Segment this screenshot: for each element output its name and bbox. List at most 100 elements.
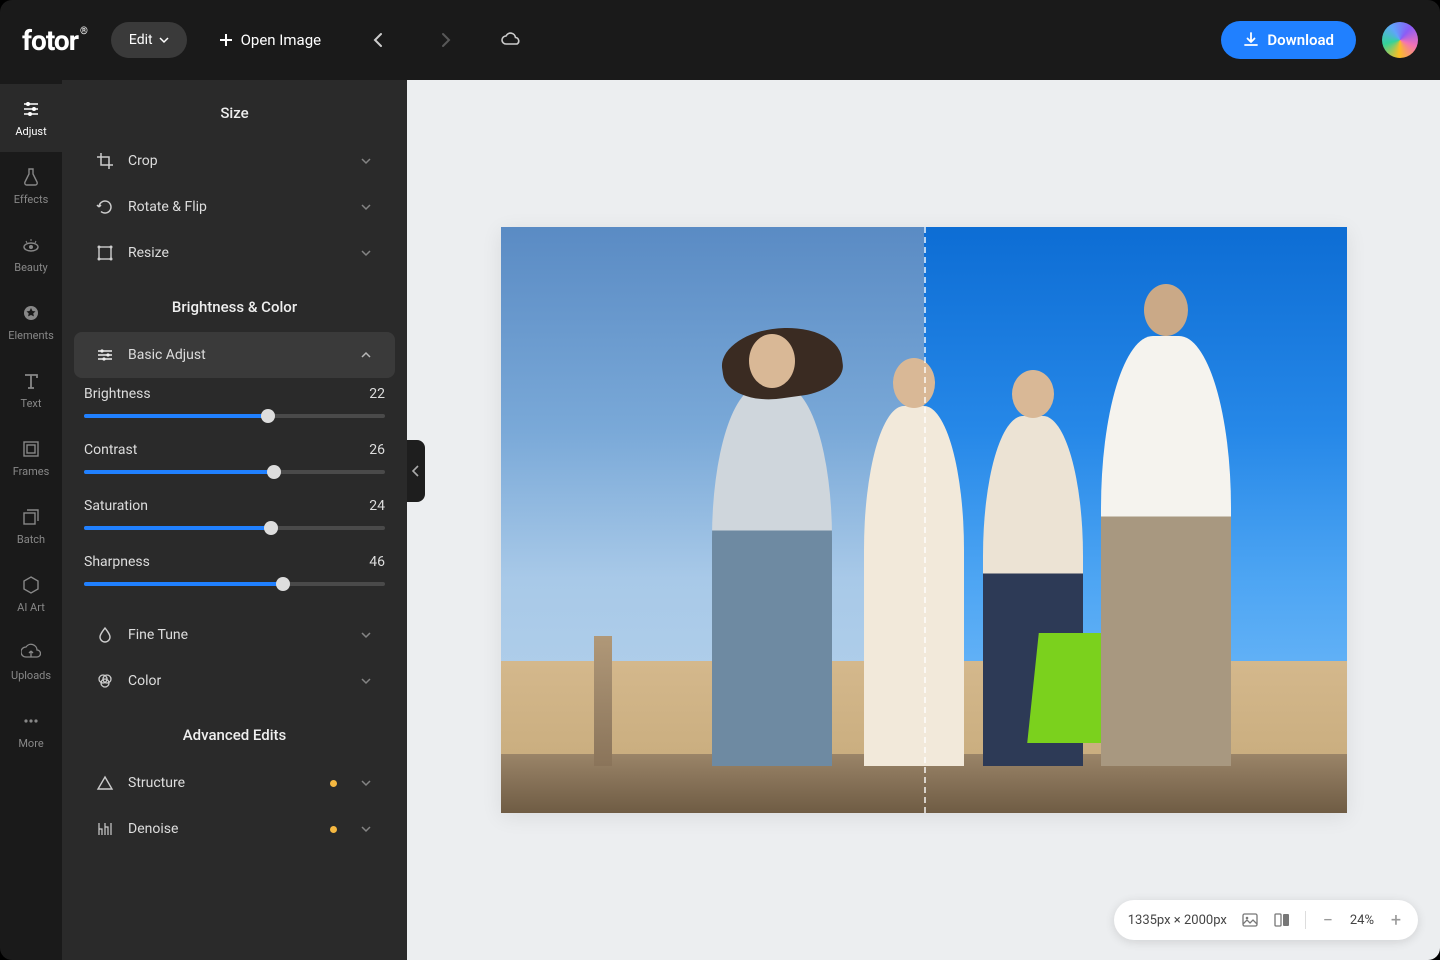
arrow-left-icon [369, 30, 389, 50]
rail-item-elements[interactable]: Elements [0, 288, 62, 356]
rail-item-aiart[interactable]: AI Art [0, 560, 62, 628]
slider-thumb[interactable] [267, 465, 281, 479]
chevron-down-icon [359, 674, 373, 688]
hexagon-icon [21, 575, 41, 595]
section-title-bc: Brightness & Color [62, 298, 407, 316]
topbar: fotor® Edit Open Image Download [0, 0, 1440, 80]
slider-value: 46 [369, 554, 385, 570]
batch-icon [21, 507, 41, 527]
slider-label: Saturation [84, 498, 148, 514]
section-title-adv: Advanced Edits [62, 726, 407, 744]
premium-dot-icon [330, 826, 337, 833]
edit-label: Edit [129, 32, 153, 48]
row-resize[interactable]: Resize [74, 230, 395, 276]
slider-thumb[interactable] [276, 577, 290, 591]
row-color[interactable]: Color [74, 658, 395, 704]
rail-item-text[interactable]: Text [0, 356, 62, 424]
rail-label: Uploads [11, 669, 51, 682]
row-label: Color [128, 673, 345, 689]
drop-icon [96, 626, 114, 644]
slider-thumb[interactable] [264, 521, 278, 535]
image-dimensions: 1335px × 2000px [1128, 913, 1227, 928]
rail-label: Frames [13, 465, 50, 478]
tool-rail: Adjust Effects Beauty Elements Text Fram… [0, 80, 62, 960]
triangle-icon [96, 774, 114, 792]
resize-icon [96, 244, 114, 262]
slider-value: 26 [369, 442, 385, 458]
row-basic-adjust[interactable]: Basic Adjust [74, 332, 395, 378]
star-icon [21, 303, 41, 323]
zoom-in-button[interactable]: + [1388, 910, 1404, 931]
row-label: Rotate & Flip [128, 199, 345, 215]
chevron-down-icon [359, 246, 373, 260]
download-icon [1243, 32, 1259, 48]
slider-sharpness[interactable]: Sharpness 46 [62, 546, 407, 602]
cloud-button[interactable] [489, 18, 533, 62]
rail-item-frames[interactable]: Frames [0, 424, 62, 492]
section-title-size: Size [62, 104, 407, 122]
row-label: Resize [128, 245, 345, 261]
slider-value: 24 [369, 498, 385, 514]
frame-icon [21, 439, 41, 459]
rail-item-batch[interactable]: Batch [0, 492, 62, 560]
row-rotate-flip[interactable]: Rotate & Flip [74, 184, 395, 230]
chevron-up-icon [359, 348, 373, 362]
avatar[interactable] [1382, 22, 1418, 58]
image-info-button[interactable] [1241, 911, 1259, 929]
eye-icon [21, 235, 41, 255]
canvas-image[interactable] [501, 227, 1347, 813]
chevron-down-icon [359, 154, 373, 168]
rail-label: Beauty [14, 261, 48, 274]
slider-label: Brightness [84, 386, 151, 402]
row-label: Fine Tune [128, 627, 345, 643]
rail-item-more[interactable]: More [0, 696, 62, 764]
rail-label: Text [21, 397, 42, 410]
image-icon [1241, 911, 1259, 929]
download-button[interactable]: Download [1221, 21, 1356, 59]
upload-icon [21, 643, 41, 663]
row-label: Crop [128, 153, 345, 169]
rail-item-effects[interactable]: Effects [0, 152, 62, 220]
rail-label: Batch [17, 533, 45, 546]
slider-thumb[interactable] [261, 409, 275, 423]
row-denoise[interactable]: Denoise [74, 806, 395, 852]
slider-contrast[interactable]: Contrast 26 [62, 434, 407, 490]
premium-dot-icon [330, 780, 337, 787]
slider-label: Contrast [84, 442, 137, 458]
slider-brightness[interactable]: Brightness 22 [62, 378, 407, 434]
slider-saturation[interactable]: Saturation 24 [62, 490, 407, 546]
dots-icon [21, 711, 41, 731]
redo-button [423, 18, 467, 62]
canvas-area[interactable]: 1335px × 2000px − 24% + [407, 80, 1440, 960]
rail-item-uploads[interactable]: Uploads [0, 628, 62, 696]
text-icon [21, 371, 41, 391]
compare-button[interactable] [1273, 911, 1291, 929]
chevron-down-icon [359, 200, 373, 214]
undo-button[interactable] [357, 18, 401, 62]
rail-label: Adjust [15, 125, 46, 138]
row-structure[interactable]: Structure [74, 760, 395, 806]
slider-label: Sharpness [84, 554, 150, 570]
compare-icon [1273, 911, 1291, 929]
row-label: Denoise [128, 821, 316, 837]
chevron-down-icon [359, 822, 373, 836]
rail-label: Effects [14, 193, 49, 206]
compare-divider[interactable] [924, 227, 926, 813]
rotate-icon [96, 198, 114, 216]
plus-icon [219, 33, 233, 47]
rail-item-beauty[interactable]: Beauty [0, 220, 62, 288]
flask-icon [21, 167, 41, 187]
edit-menu-button[interactable]: Edit [111, 22, 187, 58]
rail-item-adjust[interactable]: Adjust [0, 84, 62, 152]
open-image-button[interactable]: Open Image [205, 21, 335, 59]
zoom-level: 24% [1350, 913, 1374, 928]
row-label: Structure [128, 775, 316, 791]
row-crop[interactable]: Crop [74, 138, 395, 184]
open-image-label: Open Image [241, 31, 321, 49]
slider-value: 22 [369, 386, 385, 402]
chevron-down-icon [359, 776, 373, 790]
rail-label: More [18, 737, 43, 750]
row-fine-tune[interactable]: Fine Tune [74, 612, 395, 658]
zoom-out-button[interactable]: − [1320, 910, 1336, 931]
panel-collapse-handle[interactable] [407, 440, 425, 502]
